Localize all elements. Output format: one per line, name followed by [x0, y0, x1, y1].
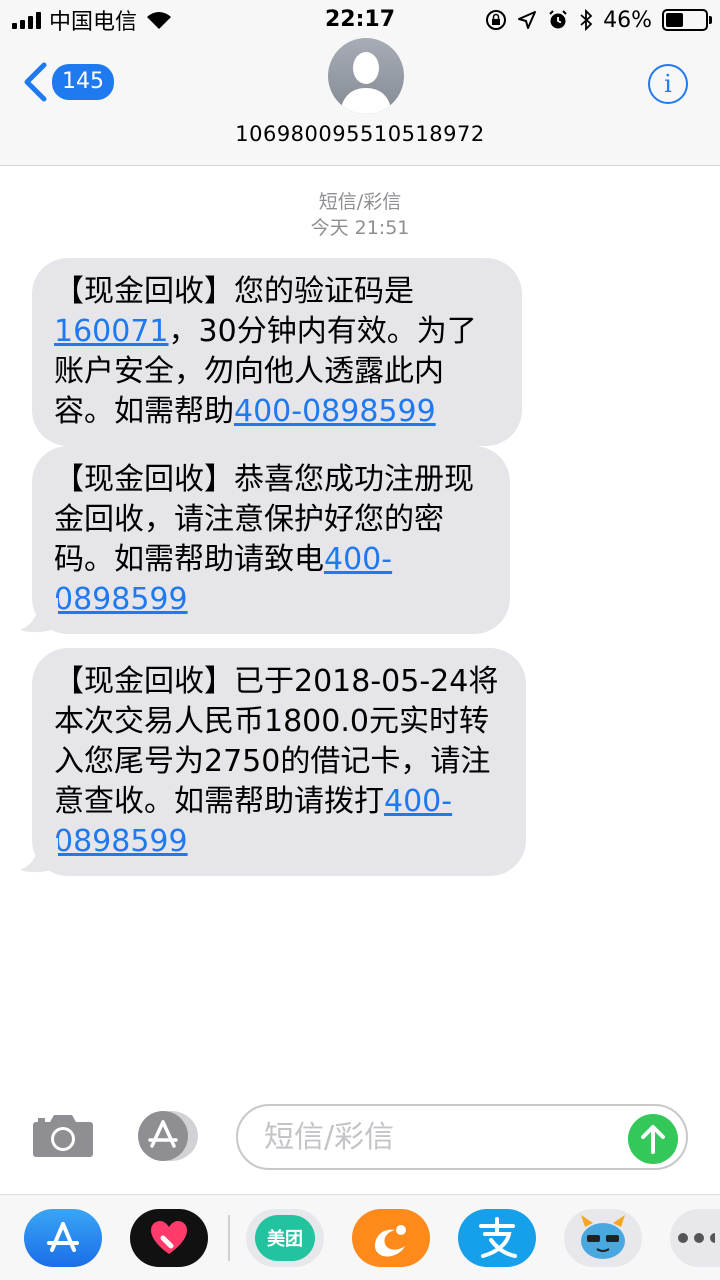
bluetooth-icon — [580, 9, 593, 31]
digital-touch-app[interactable] — [130, 1209, 208, 1267]
bubble-tail — [20, 838, 58, 873]
message-type-label: 短信/彩信 — [318, 191, 402, 213]
uc-browser-icon — [375, 1225, 406, 1257]
app-drawer: 美团 — [0, 1194, 720, 1280]
divider — [228, 1215, 230, 1261]
bubble-tail — [20, 598, 58, 633]
unread-count-badge: 145 — [52, 64, 114, 100]
message-bubble[interactable]: 【现金回收】已于2018-05-24将本次交易人民币1800.0元实时转入您尾号… — [32, 648, 526, 876]
more-icon — [678, 1233, 715, 1243]
sticker-app[interactable] — [564, 1209, 642, 1267]
battery-percent: 46% — [603, 7, 652, 33]
arrow-up-icon — [641, 1125, 665, 1154]
app-store-app[interactable] — [24, 1209, 102, 1267]
person-silhouette-icon — [340, 52, 392, 114]
back-button[interactable]: 145 — [22, 62, 114, 102]
info-button[interactable]: i — [648, 64, 688, 104]
compose-bar: 短信/彩信 — [0, 1098, 720, 1184]
app-store-icon — [47, 1222, 79, 1252]
message-timestamp: 今天 21:51 — [310, 217, 410, 239]
message-bubble[interactable]: 【现金回收】您的验证码是160071，30分钟内有效。为了账户安全，勿向他人透露… — [32, 258, 522, 446]
meituan-icon: 美团 — [255, 1215, 315, 1261]
status-bar: 中国电信 22:17 46% — [0, 0, 720, 40]
verification-code-link[interactable]: 160071 — [54, 314, 169, 349]
battery-level — [666, 13, 684, 27]
message-bubble[interactable]: 【现金回收】恭喜您成功注册现金回收，请注意保护好您的密码。如需帮助请致电400-… — [32, 446, 510, 634]
chevron-left-icon — [24, 62, 47, 102]
more-apps-button[interactable] — [670, 1209, 720, 1267]
location-icon — [518, 11, 537, 29]
monster-sticker-icon — [581, 1215, 625, 1259]
app-store-icon[interactable] — [135, 1110, 199, 1162]
battery-icon — [662, 9, 712, 31]
camera-icon[interactable] — [32, 1112, 94, 1158]
alarm-icon — [549, 10, 567, 29]
orientation-lock-icon — [486, 10, 507, 30]
uc-browser-app[interactable] — [352, 1209, 430, 1267]
contact-avatar[interactable] — [328, 38, 404, 114]
digital-touch-icon — [151, 1221, 187, 1254]
phone-number-link[interactable]: 400-0898599 — [234, 394, 436, 429]
send-button[interactable] — [628, 1114, 678, 1164]
meituan-app[interactable]: 美团 — [246, 1209, 324, 1267]
contact-number[interactable]: 106980095510518972 — [0, 122, 720, 146]
alipay-icon — [479, 1217, 517, 1258]
message-input[interactable]: 短信/彩信 — [236, 1104, 688, 1170]
alipay-app[interactable] — [458, 1209, 536, 1267]
conversation-header: 145 106980095510518972 i — [0, 38, 720, 166]
message-input-placeholder: 短信/彩信 — [264, 1120, 395, 1155]
meituan-label: 美团 — [267, 1229, 303, 1250]
